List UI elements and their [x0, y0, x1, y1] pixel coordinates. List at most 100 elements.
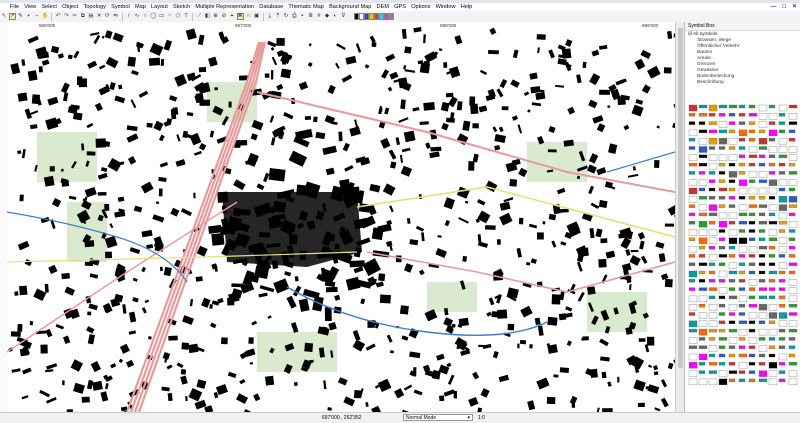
symbol-swatch[interactable] [718, 370, 728, 377]
symbol-swatch[interactable] [738, 287, 746, 291]
symbol-swatch[interactable] [688, 104, 698, 112]
symbol-swatch[interactable] [778, 196, 788, 203]
fill-icon[interactable]: ◧ [204, 13, 211, 20]
map-canvas[interactable]: 696'000 697'000 698'000 699'000 [7, 22, 675, 412]
symbol-swatch[interactable] [768, 270, 778, 275]
symbol-swatch[interactable] [708, 312, 718, 319]
delete-icon[interactable]: ✕ [96, 13, 103, 20]
symbol-swatch[interactable] [748, 304, 758, 308]
symbol-swatch[interactable] [688, 245, 698, 253]
symbol-swatch[interactable] [738, 279, 746, 283]
symbol-swatch[interactable] [778, 162, 786, 167]
symbol-swatch[interactable] [708, 345, 718, 352]
cut-icon[interactable]: ✂ [71, 13, 78, 20]
symbol-swatch[interactable] [738, 362, 748, 369]
scroll-thumb[interactable] [677, 28, 683, 368]
mirror-icon[interactable]: ⇋ [112, 13, 119, 20]
symbol-swatch[interactable] [738, 378, 746, 383]
menu-options[interactable]: Options [409, 3, 433, 11]
symbol-swatch[interactable] [718, 353, 726, 358]
symbol-swatch[interactable] [708, 362, 718, 366]
symbol-swatch[interactable] [708, 146, 716, 150]
symbol-swatch[interactable] [788, 370, 798, 377]
symbol-swatch[interactable] [768, 221, 778, 225]
symbol-swatch[interactable] [788, 237, 796, 241]
symbol-swatch[interactable] [728, 312, 736, 316]
symbol-swatch[interactable] [738, 295, 748, 303]
symbol-swatch[interactable] [778, 121, 786, 125]
menu-multiple-representation[interactable]: Multiple Representation [193, 3, 257, 11]
symbol-swatch[interactable] [728, 370, 738, 374]
symbol-swatch[interactable] [778, 362, 786, 366]
symbol-swatch[interactable] [778, 328, 786, 333]
symbol-swatch[interactable] [748, 254, 756, 258]
menu-file[interactable]: File [0, 3, 22, 11]
symbol-swatch[interactable] [728, 295, 738, 300]
symbol-swatch[interactable] [748, 378, 756, 383]
symbol-swatch[interactable] [738, 254, 746, 258]
symbol-swatch[interactable] [688, 279, 696, 283]
symbol-swatch[interactable] [768, 187, 778, 195]
symbol-swatch[interactable] [718, 304, 726, 308]
symbol-swatch[interactable] [738, 196, 746, 200]
text-tool-icon[interactable]: T [183, 13, 190, 20]
symbol-swatch[interactable] [718, 345, 726, 349]
swatch-gray[interactable] [388, 13, 394, 20]
symbol-swatch[interactable] [748, 353, 756, 358]
symbol-swatch[interactable] [688, 254, 696, 258]
symbol-swatch[interactable] [778, 129, 786, 134]
symbol-swatch[interactable] [748, 221, 756, 225]
symbol-swatch[interactable] [738, 245, 748, 253]
symbol-swatch[interactable] [768, 171, 776, 175]
symbol-swatch[interactable] [698, 154, 708, 158]
symbol-swatch[interactable] [728, 304, 738, 311]
symbol-swatch[interactable] [778, 187, 786, 192]
symbol-swatch[interactable] [758, 237, 766, 241]
symbol-swatch[interactable] [698, 262, 708, 266]
symbol-swatch[interactable] [788, 295, 798, 303]
symbol-swatch[interactable] [768, 312, 778, 319]
symbol-swatch[interactable] [788, 204, 798, 208]
symbol-swatch[interactable] [758, 270, 766, 275]
symbol-swatch[interactable] [778, 262, 788, 269]
symbol-swatch[interactable] [718, 104, 728, 109]
symbol-swatch[interactable] [788, 337, 796, 341]
symbol-swatch[interactable] [718, 129, 728, 134]
symbol-swatch[interactable] [738, 154, 746, 158]
symbol-swatch[interactable] [698, 378, 708, 386]
symbol-swatch[interactable] [788, 196, 798, 203]
symbol-swatch[interactable] [748, 204, 758, 208]
rotate-icon[interactable]: ⟳ [104, 13, 111, 20]
symbol-swatch[interactable] [728, 221, 736, 225]
symbol-swatch[interactable] [738, 212, 748, 217]
symbol-swatch[interactable] [758, 370, 768, 377]
symbol-swatch[interactable] [728, 229, 738, 236]
symbol-swatch[interactable] [728, 362, 736, 366]
symbol-swatch[interactable] [708, 328, 718, 333]
symbol-swatch[interactable] [738, 187, 748, 195]
symbol-swatch[interactable] [738, 171, 746, 175]
zoom-in-icon[interactable]: + [25, 13, 32, 20]
symbol-swatch[interactable] [758, 179, 768, 183]
symbol-swatch[interactable] [758, 378, 768, 383]
reshape-tool-icon[interactable]: ✎ [17, 13, 24, 20]
symbol-swatch[interactable] [698, 328, 708, 336]
symbol-swatch[interactable] [728, 196, 736, 200]
symbol-icon[interactable]: ◆ [324, 13, 331, 20]
symbol-swatch[interactable] [748, 245, 758, 253]
symbol-swatch[interactable] [698, 113, 708, 117]
symbol-swatch[interactable] [718, 229, 726, 233]
symbol-swatch[interactable] [738, 370, 746, 374]
symbol-swatch[interactable] [748, 113, 758, 117]
symbol-swatch[interactable] [778, 320, 788, 327]
symbol-swatch[interactable] [718, 337, 728, 341]
symbol-swatch[interactable] [768, 262, 776, 266]
symbol-swatch[interactable] [708, 237, 718, 244]
close-button[interactable]: ✕ [792, 3, 797, 11]
color-icon[interactable]: ◐ [332, 13, 339, 20]
symbol-swatch[interactable] [718, 270, 728, 278]
symbol-swatch[interactable] [778, 113, 786, 117]
symbol-swatch[interactable] [728, 121, 736, 125]
symbol-swatch[interactable] [738, 304, 746, 308]
symbol-swatch[interactable] [688, 138, 696, 142]
